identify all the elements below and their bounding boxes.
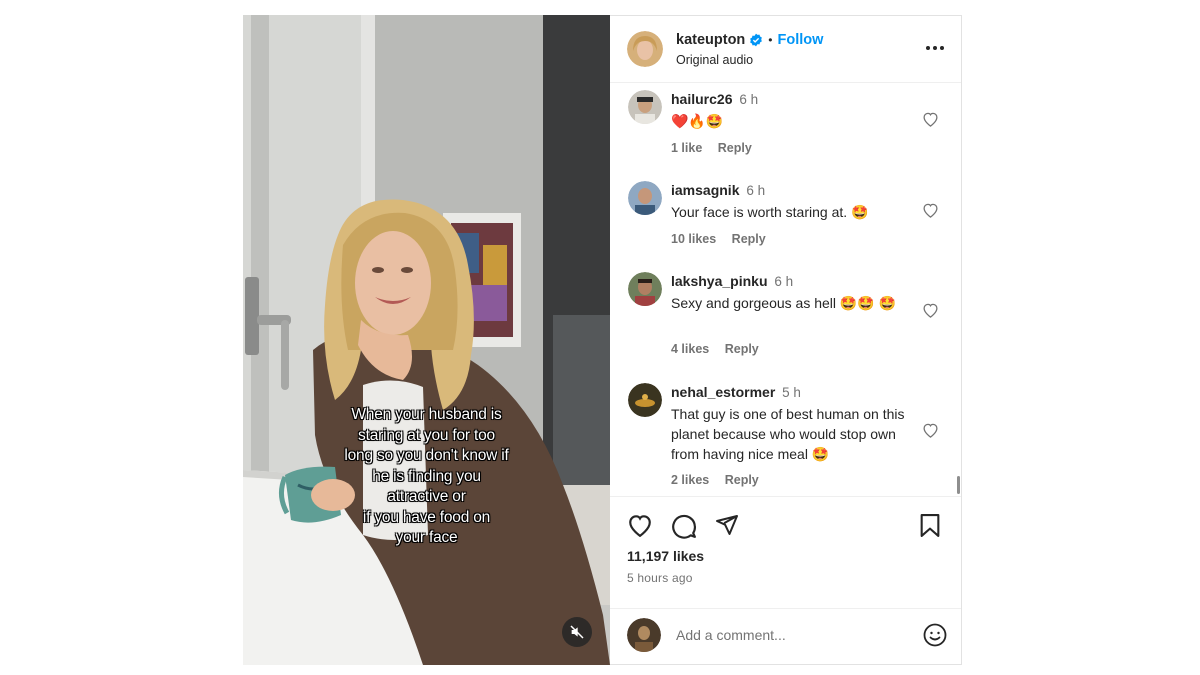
reply-button[interactable]: Reply — [732, 232, 766, 246]
comment-meta: 4 likes Reply — [671, 342, 771, 356]
heart-icon[interactable] — [922, 302, 939, 323]
comment-time: 6 h — [746, 183, 766, 198]
comment-icon[interactable] — [671, 513, 697, 544]
comment-likes[interactable]: 4 likes — [671, 342, 709, 356]
comment-text: Your face is worth staring at. 🤩 — [671, 204, 869, 220]
comment-meta: 1 like Reply — [671, 141, 764, 155]
caption-line: staring at you for too — [358, 426, 495, 444]
comment-item: hailurc26 6 h ❤️🔥🤩 1 like Reply — [610, 86, 961, 171]
comment-username[interactable]: nehal_estormer — [671, 384, 775, 400]
header-separator: • — [768, 33, 773, 47]
caption-line: attractive or — [387, 488, 466, 505]
comment-item: iamsagnik 6 h Your face is worth staring… — [610, 177, 961, 262]
comment-time: 5 h — [782, 385, 801, 400]
likes-count[interactable]: 11,197 likes — [627, 548, 704, 564]
comment-input[interactable] — [676, 623, 906, 647]
comment-text: ❤️🔥🤩 — [671, 113, 724, 129]
comment-time: 6 h — [739, 92, 759, 107]
commenter-avatar[interactable] — [628, 181, 662, 215]
comment-username[interactable]: iamsagnik — [671, 182, 739, 198]
author-username[interactable]: kateupton — [676, 32, 745, 48]
comment-likes[interactable]: 2 likes — [671, 473, 709, 487]
post-timestamp: 5 hours ago — [627, 571, 693, 585]
commenter-avatar[interactable] — [628, 383, 662, 417]
post-video[interactable]: When your husband is staring at you for … — [243, 15, 610, 665]
comment-meta: 10 likes Reply — [671, 232, 778, 246]
comment-meta: 2 likes Reply — [671, 473, 771, 487]
comment-time: 6 h — [774, 274, 794, 289]
verified-badge-icon — [749, 33, 763, 47]
heart-icon[interactable] — [922, 111, 939, 132]
comment-text: Sexy and gorgeous as hell 🤩🤩 🤩 — [671, 295, 897, 311]
heart-icon[interactable] — [922, 422, 939, 443]
comment-username[interactable]: hailurc26 — [671, 91, 732, 107]
caption-line: long so you don't know if — [344, 447, 509, 464]
comment-text: That guy is one of best human on this pl… — [671, 406, 905, 462]
comment-header: nehal_estormer 5 h — [671, 384, 801, 400]
video-frame — [243, 15, 610, 665]
bookmark-icon[interactable] — [919, 513, 941, 543]
viewer-avatar — [627, 618, 661, 652]
comments-scrollbar[interactable] — [957, 476, 960, 494]
mute-toggle-button[interactable] — [562, 617, 592, 647]
comment-likes[interactable]: 10 likes — [671, 232, 716, 246]
heart-icon[interactable] — [627, 513, 653, 542]
post-details-panel: kateupton • Follow Original audio hailur… — [610, 15, 962, 665]
caption-line: if you have food on — [362, 508, 491, 526]
comments-list[interactable]: hailurc26 6 h ❤️🔥🤩 1 like Reply iamsagni… — [610, 84, 961, 496]
author-avatar[interactable] — [627, 31, 663, 67]
post-actions: 11,197 likes 5 hours ago — [610, 496, 961, 608]
follow-button[interactable]: Follow — [777, 32, 823, 48]
comment-header: hailurc26 6 h — [671, 91, 758, 107]
comment-item: nehal_estormer 5 h That guy is one of be… — [610, 379, 961, 496]
share-icon[interactable] — [714, 513, 740, 542]
reply-button[interactable]: Reply — [725, 473, 759, 487]
caption-line: he is finding you — [372, 467, 481, 485]
caption-line: When your husband is — [351, 406, 502, 423]
audio-label[interactable]: Original audio — [676, 53, 753, 67]
caption-line: your face — [395, 529, 458, 546]
comment-likes[interactable]: 1 like — [671, 141, 702, 155]
commenter-avatar[interactable] — [628, 90, 662, 124]
comment-item: lakshya_pinku 6 h Sexy and gorgeous as h… — [610, 268, 961, 373]
reply-button[interactable]: Reply — [718, 141, 752, 155]
emoji-icon[interactable] — [923, 623, 947, 652]
more-options-icon[interactable] — [925, 38, 945, 56]
reply-button[interactable]: Reply — [725, 342, 759, 356]
video-caption: When your husband is staring at you for … — [243, 405, 610, 549]
heart-icon[interactable] — [922, 202, 939, 223]
add-comment-bar — [610, 608, 961, 666]
author-line: kateupton • Follow — [676, 32, 823, 48]
comment-username[interactable]: lakshya_pinku — [671, 273, 768, 289]
comment-header: lakshya_pinku 6 h — [671, 273, 793, 289]
post-header: kateupton • Follow Original audio — [610, 16, 961, 83]
comment-header: iamsagnik 6 h — [671, 182, 765, 198]
commenter-avatar[interactable] — [628, 272, 662, 306]
muted-speaker-icon — [570, 625, 584, 639]
